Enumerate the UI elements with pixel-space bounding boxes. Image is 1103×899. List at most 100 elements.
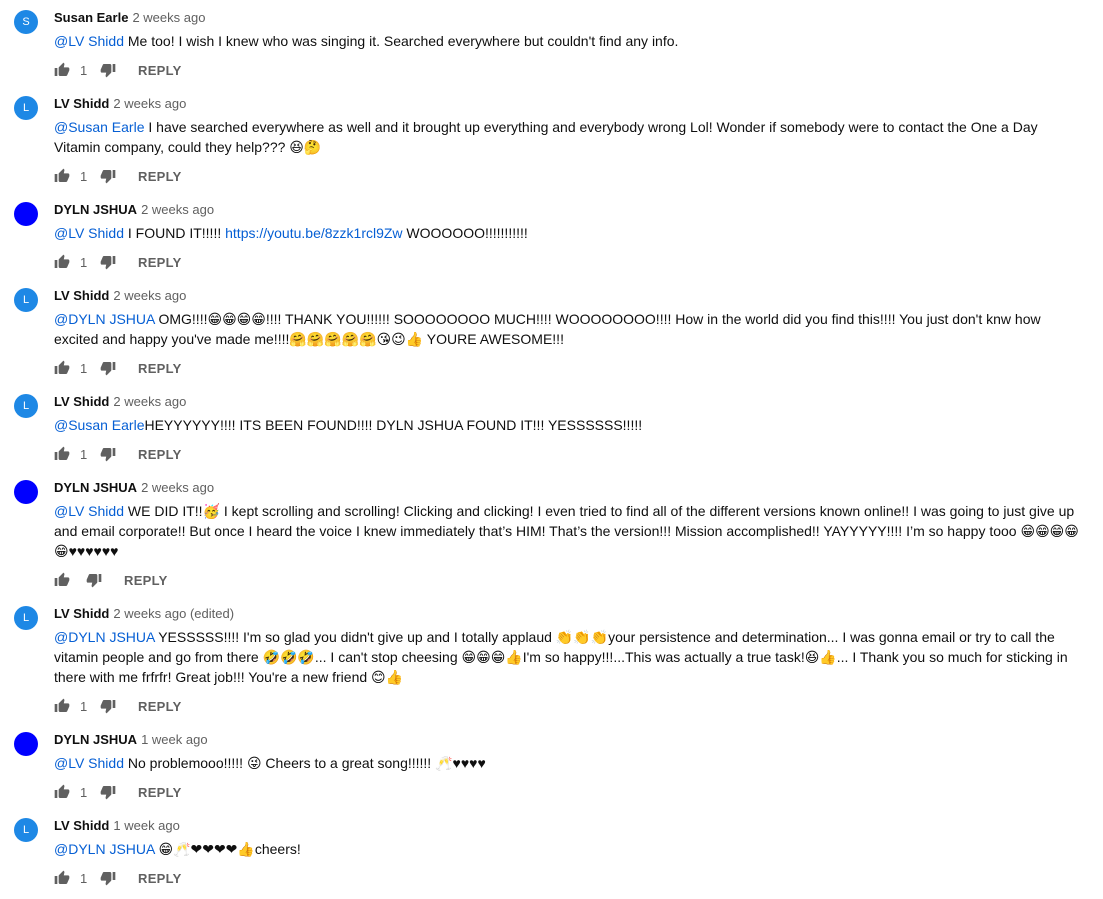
avatar[interactable]: L xyxy=(14,394,38,418)
author-name[interactable]: DYLN JSHUA xyxy=(54,202,137,217)
comment-actions: 1 REPLY xyxy=(54,868,182,888)
reply-button[interactable]: REPLY xyxy=(138,255,182,270)
comment-body: I have searched everywhere as well and i… xyxy=(54,119,1038,155)
comment-header: DYLN JSHUA 2 weeks ago xyxy=(54,202,214,218)
comment-body-tail: WOOOOOO!!!!!!!!!!! xyxy=(402,225,528,241)
thumbs-up-icon[interactable] xyxy=(54,168,70,184)
reply-button[interactable]: REPLY xyxy=(138,169,182,184)
like-count: 1 xyxy=(80,784,88,800)
comment-thread-item: L LV Shidd 2 weeks ago (edited) @DYLN JSH… xyxy=(0,596,1103,722)
comment-thread-item: L LV Shidd 2 weeks ago @Susan EarleHEYYYY… xyxy=(0,384,1103,470)
avatar[interactable]: L xyxy=(14,288,38,312)
comment-timestamp[interactable]: 2 weeks ago (edited) xyxy=(113,606,234,621)
like-count: 1 xyxy=(80,168,88,184)
comment-text: @LV Shidd No problemooo!!!!! 😜 Cheers to… xyxy=(54,753,1084,773)
thumbs-down-icon[interactable] xyxy=(100,168,116,184)
mention-link[interactable]: @LV Shidd xyxy=(54,225,124,241)
author-name[interactable]: LV Shidd xyxy=(54,606,109,621)
author-name[interactable]: DYLN JSHUA xyxy=(54,480,137,495)
avatar[interactable]: L xyxy=(14,818,38,842)
avatar[interactable] xyxy=(14,732,38,756)
reply-button[interactable]: REPLY xyxy=(138,63,182,78)
mention-link[interactable]: @LV Shidd xyxy=(54,755,124,771)
comment-body: I FOUND IT!!!!! xyxy=(124,225,226,241)
author-name[interactable]: DYLN JSHUA xyxy=(54,732,137,747)
comment-header: LV Shidd 2 weeks ago xyxy=(54,288,186,304)
comment-timestamp[interactable]: 1 week ago xyxy=(141,732,208,747)
thumbs-up-icon[interactable] xyxy=(54,446,70,462)
mention-link[interactable]: @Susan Earle xyxy=(54,119,144,135)
comment-timestamp[interactable]: 2 weeks ago xyxy=(141,480,214,495)
comment-text: @Susan EarleHEYYYYYY!!!! ITS BEEN FOUND!… xyxy=(54,415,1084,435)
comment-text: @Susan Earle I have searched everywhere … xyxy=(54,117,1084,157)
comment-actions: REPLY xyxy=(54,570,168,590)
thumbs-up-icon[interactable] xyxy=(54,572,70,588)
avatar[interactable]: L xyxy=(14,606,38,630)
thumbs-down-icon[interactable] xyxy=(100,446,116,462)
mention-link[interactable]: @Susan Earle xyxy=(54,417,144,433)
avatar[interactable]: S xyxy=(14,10,38,34)
comment-thread-item: S Susan Earle 2 weeks ago @LV Shidd Me to… xyxy=(0,0,1103,86)
comment-header: LV Shidd 1 week ago xyxy=(54,818,180,834)
avatar[interactable] xyxy=(14,480,38,504)
thumbs-down-icon[interactable] xyxy=(100,870,116,886)
comment-text: @LV Shidd WE DID IT!!🥳 I kept scrolling … xyxy=(54,501,1084,561)
comment-text: @DYLN JSHUA OMG!!!!😁😁😁😁!!!! THANK YOU!!!… xyxy=(54,309,1084,349)
comment-body: WE DID IT!!🥳 I kept scrolling and scroll… xyxy=(54,503,1079,559)
mention-link[interactable]: @LV Shidd xyxy=(54,33,124,49)
comment-actions: 1 REPLY xyxy=(54,358,182,378)
thumbs-down-icon[interactable] xyxy=(100,254,116,270)
mention-link[interactable]: @DYLN JSHUA xyxy=(54,629,155,645)
thumbs-up-icon[interactable] xyxy=(54,254,70,270)
comment-thread-item: L LV Shidd 2 weeks ago @Susan Earle I hav… xyxy=(0,86,1103,192)
comment-thread-item: DYLN JSHUA 2 weeks ago @LV Shidd WE DID I… xyxy=(0,470,1103,596)
author-name[interactable]: LV Shidd xyxy=(54,394,109,409)
author-name[interactable]: LV Shidd xyxy=(54,288,109,303)
thumbs-up-icon[interactable] xyxy=(54,698,70,714)
comment-thread-item: DYLN JSHUA 1 week ago @LV Shidd No proble… xyxy=(0,722,1103,808)
mention-link[interactable]: @DYLN JSHUA xyxy=(54,841,155,857)
comment-body: 😁🥂❤❤❤❤👍cheers! xyxy=(154,841,301,857)
reply-button[interactable]: REPLY xyxy=(138,699,182,714)
like-count: 1 xyxy=(80,446,88,462)
comment-body: HEYYYYYY!!!! ITS BEEN FOUND!!!! DYLN JSH… xyxy=(144,417,643,433)
comment-thread-item: L LV Shidd 2 weeks ago @DYLN JSHUA OMG!!!… xyxy=(0,278,1103,384)
thumbs-down-icon[interactable] xyxy=(86,572,102,588)
avatar[interactable] xyxy=(14,202,38,226)
comment-actions: 1 REPLY xyxy=(54,444,182,464)
thumbs-down-icon[interactable] xyxy=(100,698,116,714)
author-name[interactable]: Susan Earle xyxy=(54,10,128,25)
author-name[interactable]: LV Shidd xyxy=(54,96,109,111)
thumbs-up-icon[interactable] xyxy=(54,62,70,78)
reply-button[interactable]: REPLY xyxy=(138,871,182,886)
comment-timestamp[interactable]: 2 weeks ago xyxy=(113,96,186,111)
comment-actions: 1 REPLY xyxy=(54,696,182,716)
thumbs-up-icon[interactable] xyxy=(54,784,70,800)
comment-timestamp[interactable]: 2 weeks ago xyxy=(113,394,186,409)
comment-body: YESSSSS!!!! I'm so glad you didn't give … xyxy=(54,629,1068,685)
author-name[interactable]: LV Shidd xyxy=(54,818,109,833)
reply-button[interactable]: REPLY xyxy=(138,785,182,800)
reply-button[interactable]: REPLY xyxy=(138,447,182,462)
comment-text: @LV Shidd Me too! I wish I knew who was … xyxy=(54,31,1084,51)
comment-header: DYLN JSHUA 2 weeks ago xyxy=(54,480,214,496)
reply-button[interactable]: REPLY xyxy=(124,573,168,588)
thumbs-up-icon[interactable] xyxy=(54,360,70,376)
comment-timestamp[interactable]: 2 weeks ago xyxy=(141,202,214,217)
comment-timestamp[interactable]: 1 week ago xyxy=(113,818,180,833)
like-count: 1 xyxy=(80,62,88,78)
thumbs-down-icon[interactable] xyxy=(100,62,116,78)
thumbs-down-icon[interactable] xyxy=(100,360,116,376)
reply-button[interactable]: REPLY xyxy=(138,361,182,376)
thumbs-down-icon[interactable] xyxy=(100,784,116,800)
mention-link[interactable]: @LV Shidd xyxy=(54,503,124,519)
thumbs-up-icon[interactable] xyxy=(54,870,70,886)
comment-thread-item: L LV Shidd 1 week ago @DYLN JSHUA 😁🥂❤❤❤❤👍… xyxy=(0,808,1103,899)
comment-body: OMG!!!!😁😁😁😁!!!! THANK YOU!!!!!! SOOOOOOO… xyxy=(54,311,1041,347)
avatar[interactable]: L xyxy=(14,96,38,120)
video-link[interactable]: https://youtu.be/8zzk1rcl9Zw xyxy=(225,225,402,241)
mention-link[interactable]: @DYLN JSHUA xyxy=(54,311,155,327)
comment-timestamp[interactable]: 2 weeks ago xyxy=(113,288,186,303)
comment-body: No problemooo!!!!! 😜 Cheers to a great s… xyxy=(124,755,486,771)
comment-timestamp[interactable]: 2 weeks ago xyxy=(132,10,205,25)
